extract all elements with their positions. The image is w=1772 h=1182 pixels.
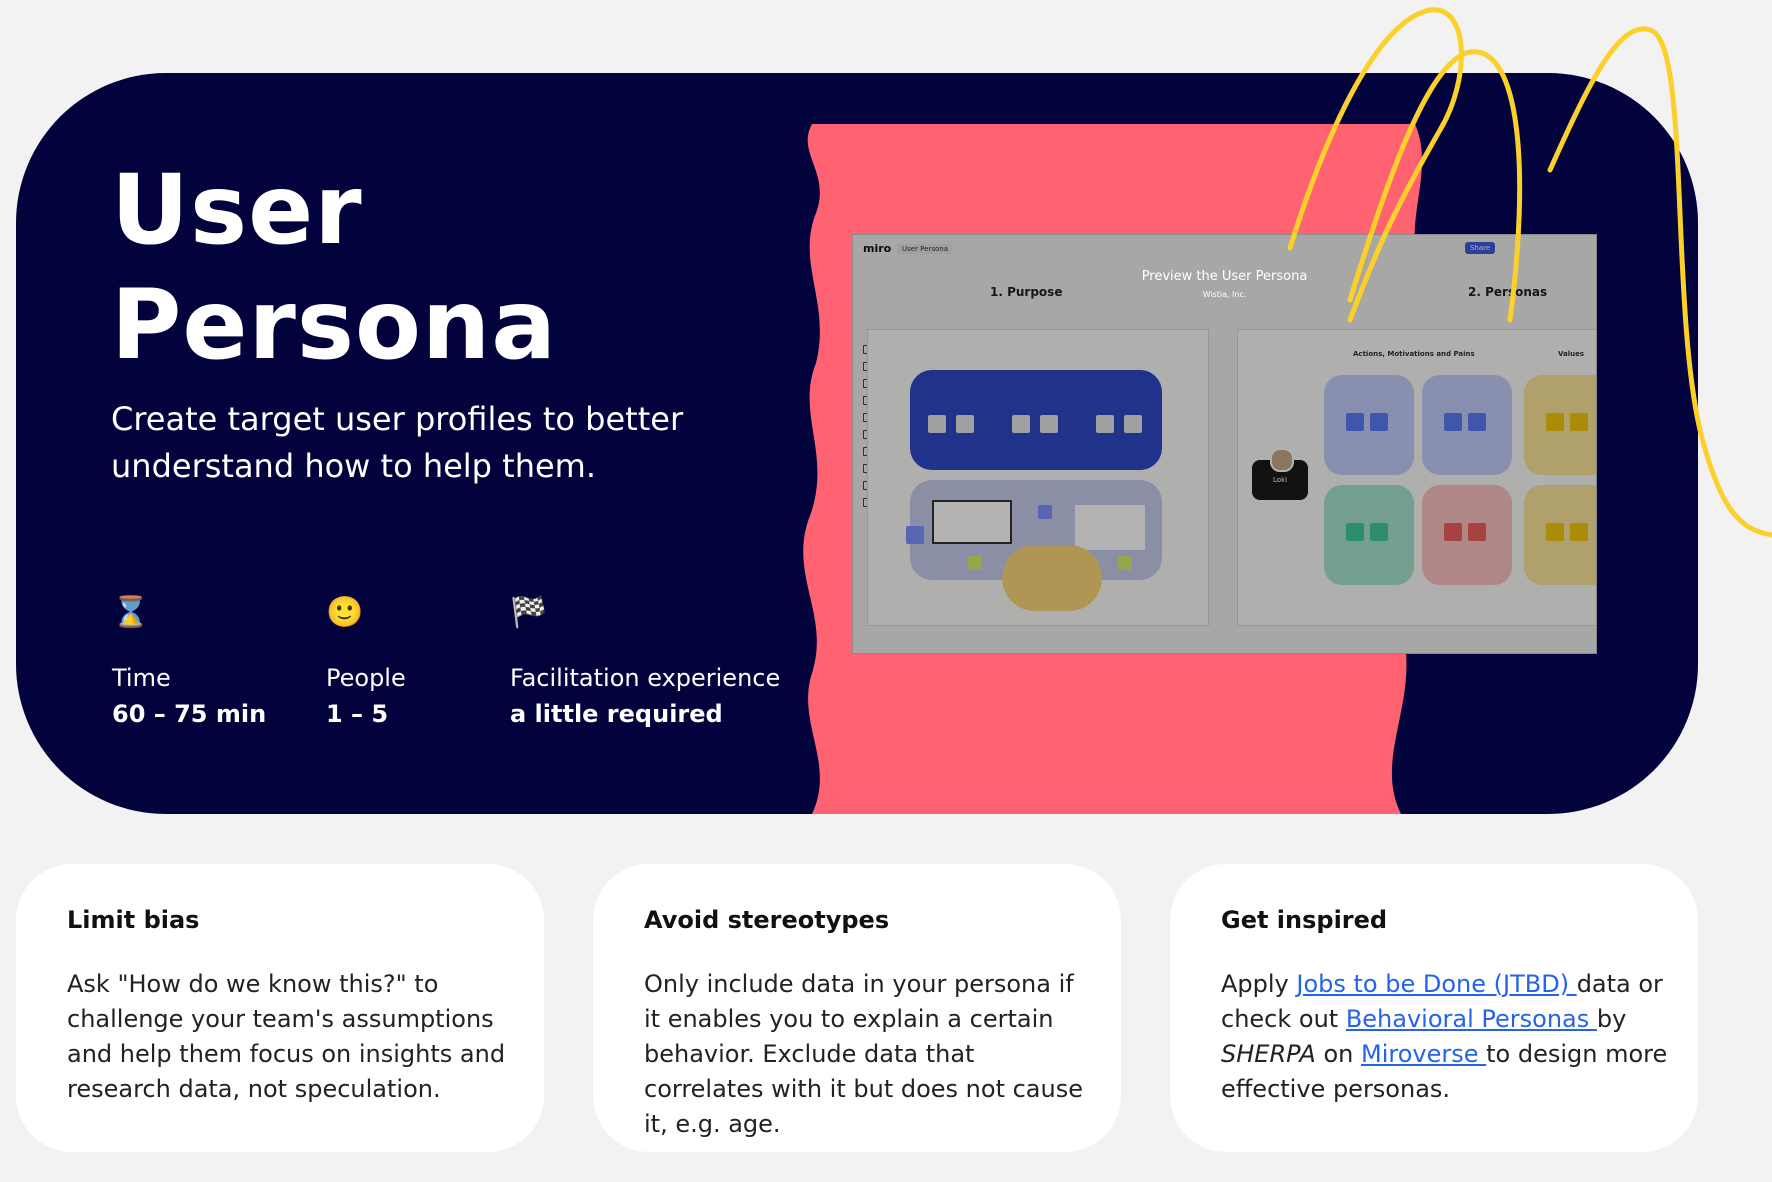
sherpa-author: SHERPA — [1221, 1040, 1316, 1068]
tip-title: Get inspired — [1221, 906, 1388, 934]
behavioral-personas-link[interactable]: Behavioral Personas — [1346, 1005, 1597, 1033]
miroverse-link[interactable]: Miroverse — [1361, 1040, 1486, 1068]
tip-text: Apply Jobs to be Done (JTBD) data or che… — [1221, 967, 1671, 1107]
tip-text-part: on — [1315, 1040, 1361, 1068]
tip-text: Only include data in your persona if it … — [644, 970, 1083, 1138]
preview-heading: Preview the User Persona — [1141, 269, 1308, 284]
tip-card-limit-bias: Limit bias Ask "How do we know this?" to… — [16, 864, 544, 1152]
tip-text-part: by — [1596, 1005, 1627, 1033]
tip-card-avoid-stereotypes: Avoid stereotypes Only include data in y… — [593, 864, 1121, 1152]
jtbd-link[interactable]: Jobs to be Done (JTBD) — [1296, 970, 1576, 998]
preview-company: Wistia, Inc. — [1202, 290, 1247, 299]
tip-card-get-inspired: Get inspired Apply Jobs to be Done (JTBD… — [1170, 864, 1698, 1152]
tip-title: Limit bias — [67, 906, 200, 934]
tip-text-part: Apply — [1221, 970, 1297, 998]
tip-text: Ask "How do we know this?" to challenge … — [67, 970, 506, 1103]
tip-title: Avoid stereotypes — [644, 906, 890, 934]
